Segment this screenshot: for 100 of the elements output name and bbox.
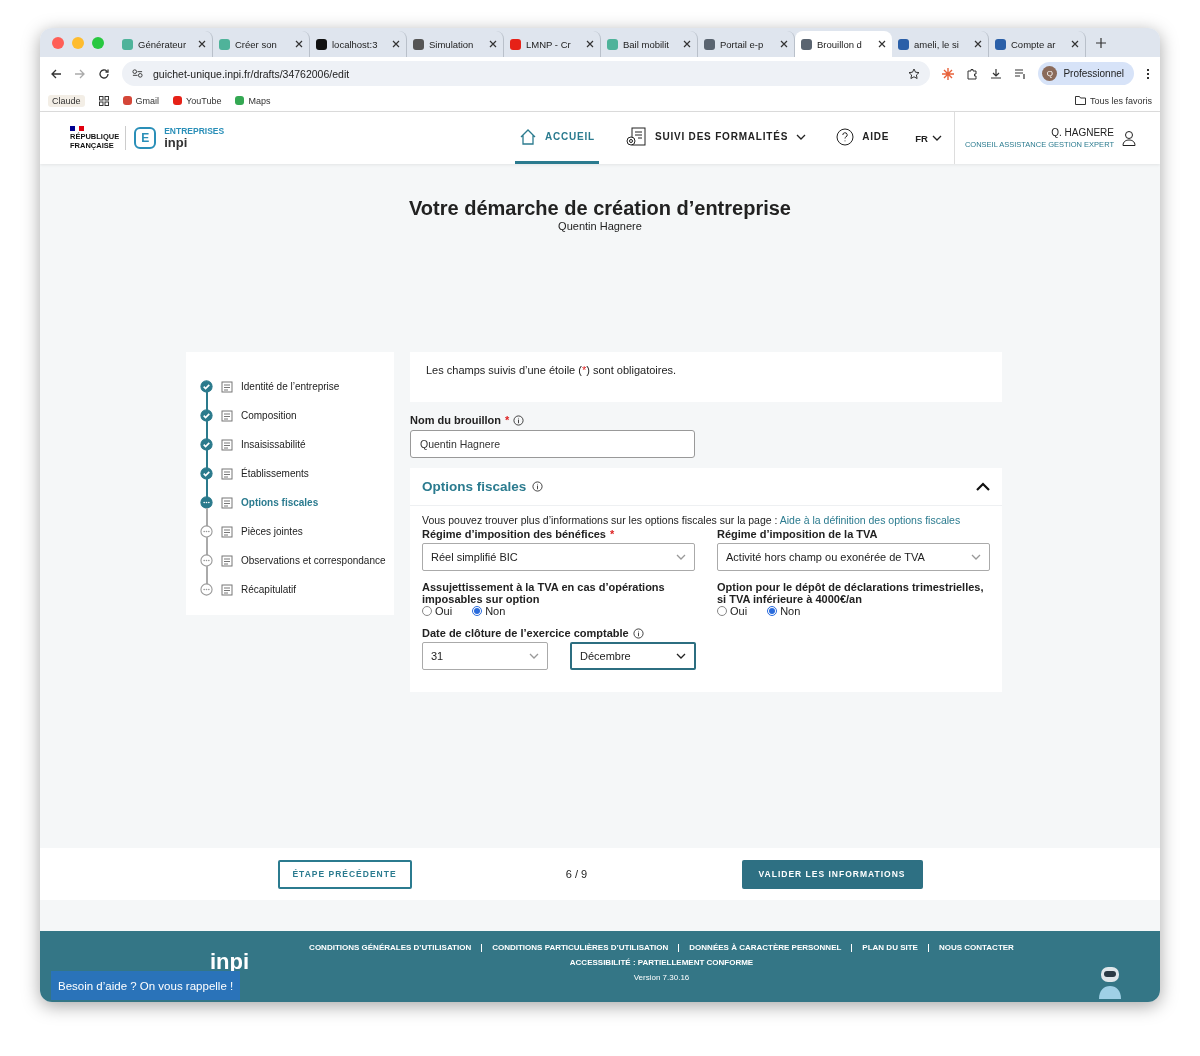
document-icon [221,525,233,538]
burst-icon[interactable] [942,67,955,80]
page-subtitle: Quentin Hagnere [558,220,642,232]
brand-logo: E [134,127,157,149]
radio-option[interactable]: Non [767,605,801,617]
close-icon [392,40,400,48]
required-mark: * [610,528,615,540]
caret-icon [971,554,981,560]
step-link[interactable]: Identité de l’entreprise [241,381,340,392]
all-bookmarks[interactable]: Tous les favoris [1074,95,1152,106]
collapse-button[interactable] [976,482,990,491]
close-icon [295,40,303,48]
brand-name: inpi [164,135,189,149]
address-bar[interactable]: guichet-unique.inpi.fr/drafts/34762006/edit [122,61,931,86]
bookmark[interactable]: Gmail [122,95,160,106]
user-name: Q. HAGNERE [1051,127,1114,138]
media-icon[interactable] [1014,67,1027,80]
field-label: Assujettissement à la TVA en cas d’opérations imposables sur option [422,581,666,605]
url-text: guichet-unique.inpi.fr/drafts/34762006/edit [153,67,351,80]
caret-icon [676,554,686,560]
field-label: Régime d’imposition de la TVA [717,528,878,540]
close-icon [780,40,788,48]
nav-link[interactable]: AIDE [832,112,894,164]
bookmark[interactable]: YouTube [173,95,222,106]
caret-icon [796,133,807,140]
document-icon [221,380,233,393]
document-icon [221,554,233,567]
section-title: Options fiscales [422,479,527,494]
close-icon [586,40,594,48]
select-field[interactable]: Réel simplifié BIC [422,543,695,571]
reload-icon[interactable] [98,67,110,80]
help-callback-button[interactable]: Besoin d’aide ? On vous rappelle ! [51,971,241,1000]
bookmark[interactable]: Claude [48,94,85,107]
select-field[interactable]: 31 [422,642,548,670]
nav-link[interactable]: ACCUEIL [514,112,599,164]
footer-link[interactable]: NOUS CONTACTER [938,943,1014,952]
footer-link[interactable]: CONDITIONS PARTICULIÈRES D’UTILISATION [492,943,669,952]
footer-link[interactable]: CONDITIONS GÉNÉRALES D’UTILISATION [309,943,472,952]
required-notice: Les champs suivis d’une étoile (*) sont obligatoires. [426,364,677,376]
required-mark: * [505,414,510,426]
brand-tagline: ENTREPRISES [164,127,225,136]
step-link[interactable]: Observations et correspondance [241,555,386,566]
close-icon [683,40,691,48]
user-icon[interactable] [1122,130,1136,146]
step-counter: 6 / 9 [564,868,589,880]
select-field[interactable]: Décembre [570,642,696,670]
caret-icon [529,653,539,659]
info-icon [513,414,525,426]
menu-icon[interactable] [1146,67,1150,80]
window-control-icon [72,36,84,49]
browser-tab[interactable]: Brouillon d [795,31,892,57]
select-field[interactable]: Activité hors champ ou exonérée de TVA [717,543,990,571]
footer-link[interactable]: DONNÉES À CARACTÈRE PERSONNEL [689,943,842,952]
step-link[interactable]: Récapitulatif [241,584,297,595]
footer-link[interactable]: PLAN DU SITE [862,943,918,952]
document-icon [221,438,233,451]
window-control-icon [52,36,64,49]
gear-icon [624,126,647,147]
caret-icon [931,135,942,141]
bookmark[interactable]: Maps [235,95,271,106]
step-link[interactable]: Pièces jointes [241,526,303,537]
info-icon [632,627,644,639]
radio-option[interactable]: Oui [422,605,453,617]
step-link[interactable]: Établissements [241,468,309,479]
window-control-icon [92,36,104,49]
new-tab-icon[interactable] [1096,37,1106,48]
close-icon [489,40,497,48]
close-icon [1071,40,1079,48]
download-icon[interactable] [990,67,1003,80]
field-label: Nom du brouillon [410,414,502,426]
document-icon [221,467,233,480]
caret-icon [676,653,686,659]
apps-icon[interactable] [98,95,109,106]
version-text: Version 7.30.16 [633,973,690,982]
info-icon [532,481,544,492]
close-icon [198,40,206,48]
language-select[interactable]: FR [915,112,942,164]
step-link[interactable]: Options fiscales [241,497,319,508]
folder-icon [1074,96,1086,105]
radio-option[interactable]: Non [472,605,506,617]
previous-button[interactable]: ÉTAPE PRÉCÉDENTE [277,859,412,889]
back-icon[interactable] [50,67,62,80]
field-label: Régime d’imposition des bénéfices [422,528,606,540]
step-link[interactable]: Insaisissabilité [241,439,306,450]
profile-button[interactable]: Q Professionnel [1038,62,1134,85]
step-link[interactable]: Composition [241,410,297,421]
document-icon [221,583,233,596]
validate-button[interactable]: VALIDER LES INFORMATIONS [741,859,923,889]
help-link[interactable]: Aide à la définition des options fiscales [779,514,961,526]
close-icon [974,40,982,48]
document-icon [221,496,233,509]
star-icon[interactable] [908,67,921,80]
accessibility-link[interactable]: ACCESSIBILITÉ : PARTIELLEMENT CONFORME [569,958,754,967]
nav-link[interactable]: SUIVI DES FORMALITÉS [620,112,811,164]
radio-option[interactable]: Oui [717,605,748,617]
draft-name-input[interactable]: Quentin Hagnere [410,430,695,458]
chatbot-icon[interactable] [1096,965,1124,999]
puzzle-icon[interactable] [966,67,979,80]
tune-icon [132,68,143,79]
document-icon [221,409,233,422]
